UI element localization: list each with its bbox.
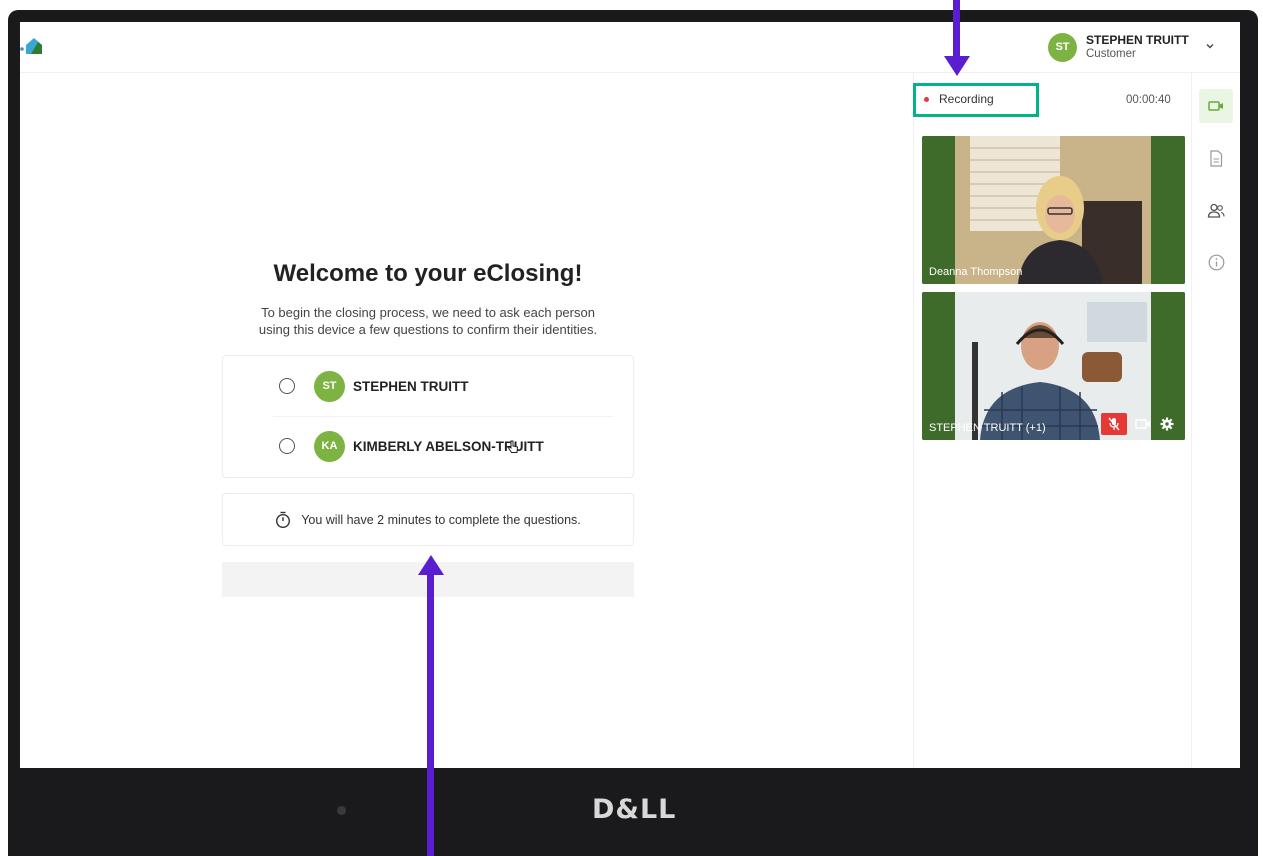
radio-button[interactable] [279,438,295,454]
user-name: STEPHEN TRUITT [1086,33,1189,47]
person-name: STEPHEN TRUITT [353,378,469,394]
side-rail [1191,73,1240,768]
chevron-down-icon[interactable] [1204,40,1216,52]
recording-dot-icon [924,96,929,102]
recording-indicator: Recording [913,83,1039,117]
settings-gear-icon[interactable] [1159,416,1175,432]
video-controls [1101,413,1175,435]
video-tile-deanna[interactable]: Deanna Thompson [922,136,1185,284]
subtitle-line-2: using this device a few questions to con… [258,322,598,337]
document-icon[interactable] [1199,141,1233,175]
top-bar: ST STEPHEN TRUITT Customer [20,22,1240,73]
camera-icon[interactable] [1135,416,1151,432]
user-role: Customer [1086,48,1136,60]
info-icon[interactable] [1199,245,1233,279]
webcam-icon [337,806,346,815]
participant-name: STEPHEN TRUITT (+1) [929,422,1046,434]
video-icon[interactable] [1199,89,1233,123]
row-divider [273,416,613,417]
user-avatar: ST [1048,32,1077,62]
annotation-arrow [427,570,434,856]
participants-icon[interactable] [1199,193,1233,227]
timer-notice: You will have 2 minutes to complete the … [222,493,634,546]
participant-name: Deanna Thompson [929,266,1023,278]
recording-label: Recording [939,92,994,106]
subtitle-line-1: To begin the closing process, we need to… [261,305,595,320]
video-tile-stephen[interactable]: STEPHEN TRUITT (+1) [922,292,1185,440]
user-menu[interactable]: ST STEPHEN TRUITT Customer [1048,30,1189,64]
person-option[interactable]: KA KIMBERLY ABELSON-TRUITT [279,430,544,462]
user-info: STEPHEN TRUITT Customer [1086,33,1189,61]
person-avatar: ST [314,370,345,402]
elapsed-time: 00:00:40 [1126,94,1171,106]
person-selection-card: ST STEPHEN TRUITT KA KIMBERLY ABELSON-TR… [222,355,634,478]
person-avatar: KA [314,430,345,462]
annotation-arrow-head-icon [418,555,444,575]
app-screen: ST STEPHEN TRUITT Customer Welcome to yo… [20,22,1240,768]
participant-video-feed [922,136,1185,284]
monitor-brand-logo: D&LL [592,794,677,825]
annotation-arrow-head-icon [944,56,970,76]
timer-text: You will have 2 minutes to complete the … [301,512,581,527]
page-subtitle: To begin the closing process, we need to… [222,304,634,338]
person-option[interactable]: ST STEPHEN TRUITT [279,370,469,402]
annotation-arrow [953,0,960,64]
microphone-muted-icon[interactable] [1101,413,1127,435]
pointer-cursor-icon [507,440,519,453]
app-logo [20,38,42,54]
page-title: Welcome to your eClosing! [273,260,583,287]
radio-button[interactable] [279,378,295,394]
stopwatch-icon [276,511,291,528]
